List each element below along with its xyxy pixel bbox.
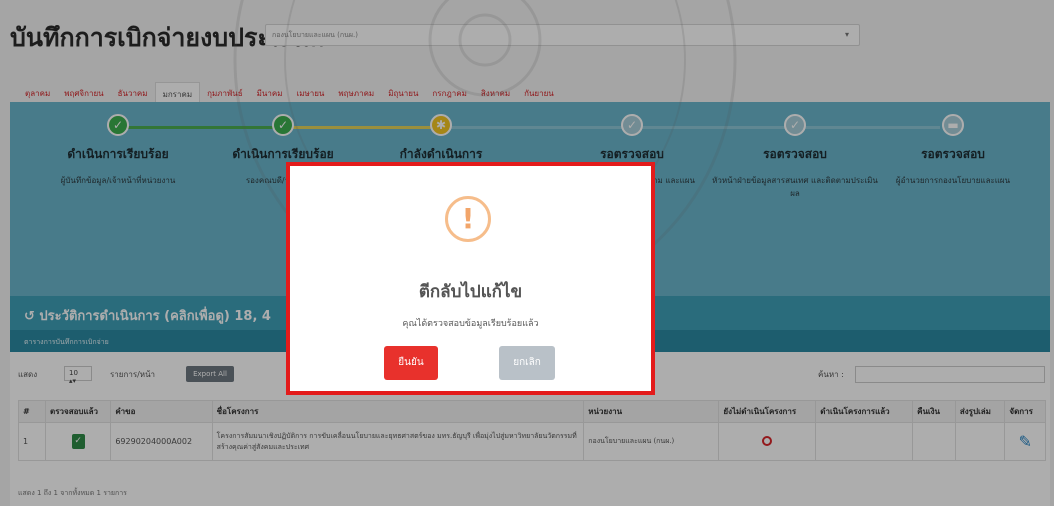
dialog-message: คุณได้ตรวจสอบข้อมูลเรียบร้อยแล้ว [402, 319, 539, 329]
dialog-title: ตีกลับไปแก้ไข [418, 282, 523, 302]
cancel-button[interactable]: ยกเลิก [499, 346, 555, 380]
confirm-button[interactable]: ยืนยัน [384, 346, 438, 380]
warning-icon: ! [445, 196, 491, 242]
confirm-dialog: ! ตีกลับไปแก้ไข คุณได้ตรวจสอบข้อมูลเรียบ… [286, 162, 655, 395]
